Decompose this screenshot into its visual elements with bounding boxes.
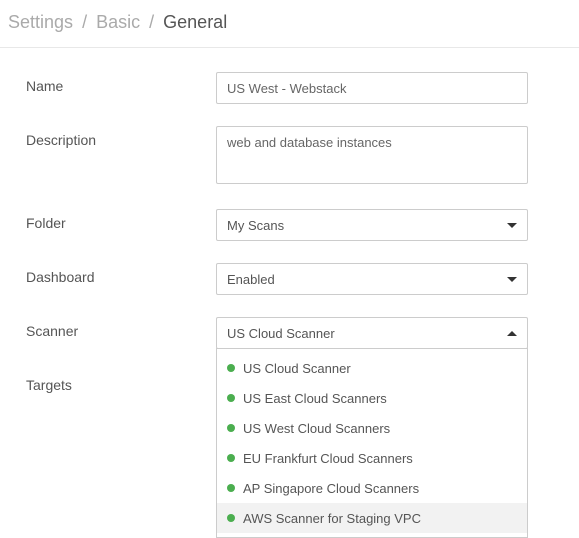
breadcrumb-basic[interactable]: Basic [96,12,140,32]
breadcrumb: Settings / Basic / General [0,0,579,48]
scanner-option-label: EU Frankfurt Cloud Scanners [243,451,413,466]
label-scanner: Scanner [26,317,216,339]
scanner-option[interactable]: US Cloud Scanner [217,353,527,383]
scanner-option[interactable]: AWS Scanner for Staging VPC [217,503,527,533]
status-dot-icon [227,454,235,462]
label-dashboard: Dashboard [26,263,216,285]
dashboard-select-value: Enabled [227,272,275,287]
scanner-option[interactable]: AP Singapore Cloud Scanners [217,473,527,503]
label-targets: Targets [26,371,216,393]
label-name: Name [26,72,216,94]
status-dot-icon [227,364,235,372]
description-input[interactable]: web and database instances [216,126,528,184]
status-dot-icon [227,394,235,402]
scanner-option-label: AP Singapore Cloud Scanners [243,481,419,496]
breadcrumb-settings[interactable]: Settings [8,12,73,32]
settings-form: Name Description web and database instan… [0,48,579,439]
label-description: Description [26,126,216,148]
scanner-option[interactable]: US West Cloud Scanners [217,413,527,443]
scanner-option-label: US West Cloud Scanners [243,421,390,436]
status-dot-icon [227,484,235,492]
scanner-option-label: US East Cloud Scanners [243,391,387,406]
scanner-option[interactable]: US East Cloud Scanners [217,383,527,413]
scanner-dropdown: US Cloud Scanner US East Cloud Scanners … [216,348,528,538]
breadcrumb-current: General [163,12,227,32]
name-input[interactable] [216,72,528,104]
scanner-select-value: US Cloud Scanner [227,326,335,341]
folder-select-value: My Scans [227,218,284,233]
scanner-select[interactable]: US Cloud Scanner [216,317,528,349]
status-dot-icon [227,514,235,522]
breadcrumb-sep: / [145,12,158,32]
breadcrumb-sep: / [78,12,91,32]
scanner-option-label: AWS Scanner for Staging VPC [243,511,421,526]
caret-down-icon [507,223,517,228]
label-folder: Folder [26,209,216,231]
caret-up-icon [507,331,517,336]
status-dot-icon [227,424,235,432]
dashboard-select[interactable]: Enabled [216,263,528,295]
scanner-option-label: US Cloud Scanner [243,361,351,376]
folder-select[interactable]: My Scans [216,209,528,241]
caret-down-icon [507,277,517,282]
scanner-option[interactable]: EU Frankfurt Cloud Scanners [217,443,527,473]
